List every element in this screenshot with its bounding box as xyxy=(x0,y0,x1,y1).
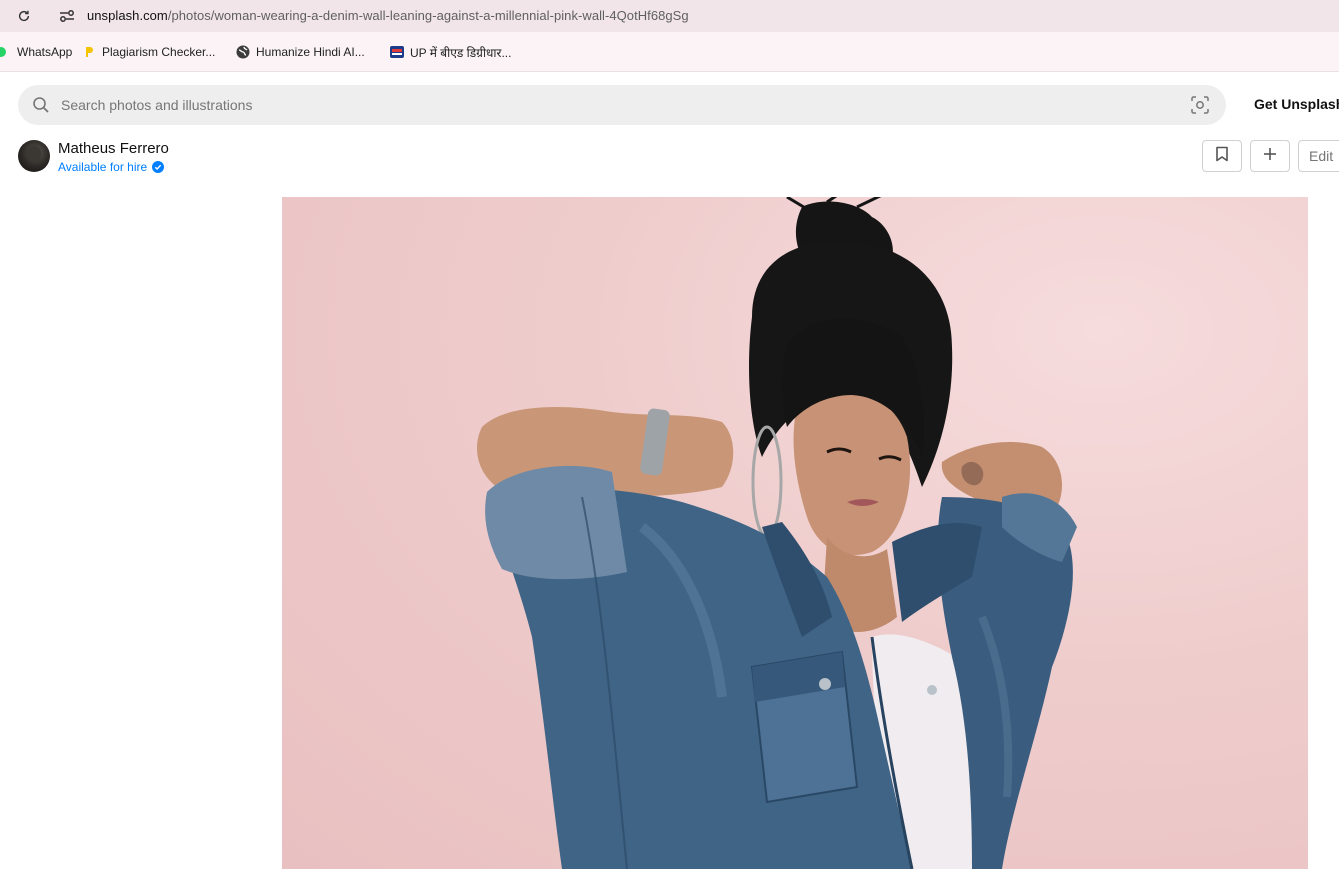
bookmark-label: WhatsApp xyxy=(17,45,73,59)
url-field[interactable]: unsplash.com/photos/woman-wearing-a-deni… xyxy=(87,8,689,23)
edit-button[interactable]: Edit xyxy=(1298,140,1339,172)
search-input[interactable] xyxy=(61,95,1161,115)
whatsapp-icon xyxy=(0,45,11,59)
news-icon xyxy=(390,45,404,59)
bookmark-whatsapp[interactable]: WhatsApp xyxy=(0,44,72,60)
browser-address-bar: unsplash.com/photos/woman-wearing-a-deni… xyxy=(0,0,1339,32)
main-photo[interactable] xyxy=(282,197,1308,869)
reload-icon[interactable] xyxy=(15,7,33,25)
bookmark-label: Humanize Hindi AI... xyxy=(256,45,365,59)
available-for-hire-link[interactable]: Available for hire xyxy=(58,160,165,174)
add-to-collection-button[interactable] xyxy=(1250,140,1290,172)
search-bar xyxy=(18,85,1226,125)
visual-search-icon[interactable] xyxy=(1191,96,1209,114)
get-unsplash-link[interactable]: Get Unsplash xyxy=(1254,96,1339,112)
bookmark-label: UP में बीएड डिग्रीधार... xyxy=(410,45,512,60)
bookmark-plagiarism-checker[interactable]: Plagiarism Checker... xyxy=(82,44,215,60)
globe-icon xyxy=(236,45,250,59)
url-path: /photos/woman-wearing-a-denim-wall-leani… xyxy=(167,8,689,23)
author-name[interactable]: Matheus Ferrero xyxy=(58,140,169,157)
verified-check-icon xyxy=(152,161,165,173)
bookmark-button[interactable] xyxy=(1202,140,1242,172)
url-host: unsplash.com xyxy=(87,8,168,23)
bookmarks-bar: WhatsApp Plagiarism Checker... Humanize … xyxy=(0,32,1339,72)
bookmark-label: Plagiarism Checker... xyxy=(102,45,216,59)
avatar[interactable] xyxy=(18,140,50,172)
edit-label: Edit xyxy=(1309,148,1334,164)
bookmark-up-news[interactable]: UP में बीएड डिग्रीधार... xyxy=(390,44,511,60)
bookmark-icon xyxy=(1215,146,1229,167)
plus-icon xyxy=(1263,147,1277,166)
site-settings-icon[interactable] xyxy=(58,7,76,25)
photo-illustration xyxy=(477,197,1077,869)
search-icon[interactable] xyxy=(32,96,50,114)
hire-status-label: Available for hire xyxy=(58,160,148,174)
plagiarism-checker-icon xyxy=(82,45,96,59)
bookmark-humanize-hindi[interactable]: Humanize Hindi AI... xyxy=(236,44,365,60)
